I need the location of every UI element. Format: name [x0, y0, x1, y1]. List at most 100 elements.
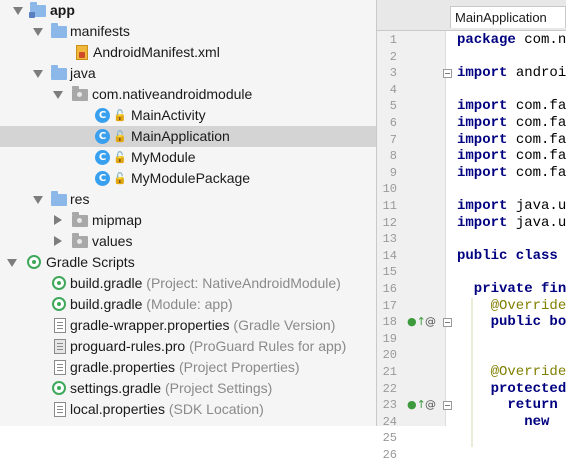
- line-number: 8: [389, 149, 397, 164]
- code-token: com.fac: [515, 115, 566, 131]
- folder-icon: [51, 23, 67, 38]
- line-number: 18: [382, 315, 397, 330]
- tree-item-app[interactable]: app: [0, 0, 376, 21]
- expand-arrow-icon[interactable]: [53, 91, 63, 99]
- tree-item-proguard-rules[interactable]: proguard-rules.pro (ProGuard Rules for a…: [0, 336, 376, 357]
- override-icon[interactable]: ●↑: [407, 315, 426, 328]
- tree-item-res[interactable]: res: [0, 189, 376, 210]
- tree-item-package[interactable]: com.nativeandroidmodule: [0, 84, 376, 105]
- tree-item-settings-gradle[interactable]: settings.gradle (Project Settings): [0, 378, 376, 399]
- code-line[interactable]: package com.na: [457, 32, 566, 48]
- fold-toggle-icon[interactable]: [443, 401, 452, 411]
- xml-file-icon: [76, 45, 88, 60]
- tree-item-main-application[interactable]: C 🔓 MainApplication: [0, 126, 376, 147]
- code-line[interactable]: @Override: [457, 364, 566, 380]
- line-number: 24: [382, 414, 397, 429]
- collapse-arrow-icon[interactable]: [54, 236, 62, 246]
- tree-item-hint: (SDK Location): [168, 401, 264, 417]
- expand-arrow-icon[interactable]: [33, 70, 43, 78]
- line-number: 21: [382, 365, 397, 379]
- lock-icon: 🔓: [113, 109, 127, 122]
- editor-tab-main-application[interactable]: MainApplication: [450, 6, 566, 28]
- tree-item-label: gradle.properties (Project Properties): [70, 359, 300, 375]
- code-line[interactable]: public class M: [457, 248, 566, 264]
- code-line[interactable]: return A: [457, 397, 566, 413]
- lock-icon: 🔓: [113, 130, 127, 143]
- code-token: com.fac: [515, 98, 566, 115]
- code-editor[interactable]: MainApplication 1 2 3 4 5 6 7 8 9 10 11 12 13 14 15 16 1…: [377, 0, 566, 462]
- tree-item-my-module[interactable]: C 🔓 MyModule: [0, 147, 376, 168]
- editor-tab-bar: MainApplication: [377, 0, 566, 31]
- code-line[interactable]: import android: [457, 65, 566, 81]
- tree-item-build-gradle-project[interactable]: build.gradle (Project: NativeAndroidModu…: [0, 273, 376, 294]
- tree-item-values[interactable]: values: [0, 231, 376, 252]
- code-token: java.ut: [515, 214, 566, 231]
- keyword-token: import: [457, 214, 508, 231]
- tree-item-label: values: [92, 233, 133, 249]
- text-file-icon: [54, 339, 66, 354]
- line-number: 15: [382, 265, 397, 280]
- annotation-token: @Override: [457, 364, 566, 380]
- keyword-token: import: [457, 98, 508, 115]
- code-line[interactable]: import com.fac: [457, 115, 566, 131]
- keyword-token: import: [457, 164, 508, 181]
- tree-item-android-manifest[interactable]: AndroidManifest.xml: [0, 42, 376, 63]
- tree-item-gradle-scripts[interactable]: Gradle Scripts: [0, 252, 376, 273]
- tree-item-label: java: [70, 65, 96, 81]
- line-number: 3: [389, 66, 397, 81]
- tree-item-hint: (Project Properties): [178, 359, 300, 375]
- tree-item-manifests[interactable]: manifests: [0, 21, 376, 42]
- tree-item-gradle-wrapper[interactable]: gradle-wrapper.properties (Gradle Versio…: [0, 315, 376, 336]
- expand-arrow-icon[interactable]: [33, 196, 43, 204]
- tree-item-main-activity[interactable]: C 🔓 MainActivity: [0, 105, 376, 126]
- tree-item-gradle-properties[interactable]: gradle.properties (Project Properties): [0, 357, 376, 378]
- fold-toggle-icon[interactable]: [443, 69, 452, 79]
- tree-item-label: manifests: [70, 23, 130, 39]
- code-line[interactable]: public boo: [457, 314, 566, 330]
- tree-item-label: MainActivity: [131, 107, 206, 123]
- fold-toggle-icon[interactable]: [443, 318, 452, 328]
- code-token: A: [558, 397, 566, 413]
- code-line[interactable]: import com.fac: [457, 165, 566, 181]
- tree-item-hint: (Project Settings): [164, 380, 273, 396]
- line-number: 23: [382, 398, 397, 413]
- code-token: M: [558, 248, 566, 264]
- expand-arrow-icon[interactable]: [7, 259, 17, 267]
- collapse-arrow-icon[interactable]: [54, 215, 62, 225]
- code-line[interactable]: import com.fac: [457, 98, 566, 114]
- tree-item-mipmap[interactable]: mipmap: [0, 210, 376, 231]
- tree-item-label: MyModulePackage: [131, 170, 251, 186]
- project-tree: app manifests AndroidManifest.xml java c…: [0, 0, 377, 426]
- tree-item-my-module-package[interactable]: C 🔓 MyModulePackage: [0, 168, 376, 189]
- tree-item-label: MainApplication: [131, 128, 230, 144]
- code-line[interactable]: import java.ut: [457, 215, 566, 231]
- properties-file-icon: [54, 402, 66, 417]
- tree-item-build-gradle-module[interactable]: build.gradle (Module: app): [0, 294, 376, 315]
- gradle-icon: [52, 276, 66, 290]
- expand-arrow-icon[interactable]: [33, 28, 43, 36]
- line-number: 20: [382, 348, 397, 363]
- code-line[interactable]: protected: [457, 381, 566, 397]
- code-line[interactable]: import java.ut: [457, 198, 566, 214]
- code-line[interactable]: import com.fac: [457, 148, 566, 164]
- override-icon[interactable]: ●↑: [407, 398, 426, 411]
- code-token: com.fac: [515, 131, 566, 148]
- keyword-token: public class: [457, 247, 558, 264]
- expand-arrow-icon[interactable]: [13, 7, 23, 15]
- code-token: com.na: [524, 32, 566, 48]
- lock-icon: 🔓: [113, 151, 127, 164]
- line-number: 19: [382, 331, 397, 346]
- tree-item-label: proguard-rules.pro (ProGuard Rules for a…: [70, 338, 347, 354]
- tree-item-java[interactable]: java: [0, 63, 376, 84]
- line-number: 17: [382, 298, 397, 313]
- line-number: 25: [382, 431, 397, 446]
- lock-icon: 🔓: [113, 172, 127, 185]
- folder-icon: [51, 65, 67, 80]
- tree-item-local-properties[interactable]: local.properties (SDK Location): [0, 399, 376, 420]
- tree-item-hint: (Gradle Version): [233, 317, 336, 333]
- code-line[interactable]: @Override: [457, 298, 566, 314]
- tree-item-label: com.nativeandroidmodule: [92, 86, 253, 102]
- code-line[interactable]: private fina: [457, 281, 566, 297]
- code-line[interactable]: import com.fac: [457, 132, 566, 148]
- tree-item-label: app: [50, 2, 75, 18]
